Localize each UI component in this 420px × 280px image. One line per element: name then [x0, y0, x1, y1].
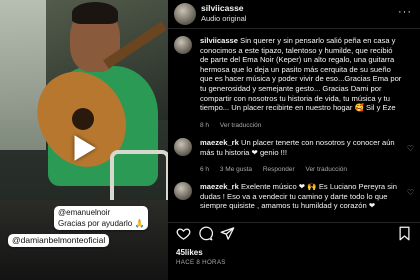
avatar[interactable]: [174, 3, 196, 25]
caption: silviicasse Sin querer y sin pensarlo sa…: [168, 36, 420, 136]
avatar[interactable]: [174, 36, 192, 54]
caption-body: silviicasse Sin querer y sin pensarlo sa…: [200, 36, 402, 113]
see-translation-link[interactable]: Ver traducción: [305, 166, 347, 173]
share-send-icon[interactable]: [220, 226, 235, 241]
avatar[interactable]: [174, 182, 192, 200]
comment: maezek_rk Un placer tenerte con nosotros…: [168, 138, 420, 180]
more-options-icon[interactable]: ···: [398, 6, 412, 18]
person-hair: [72, 2, 118, 24]
comment-likes[interactable]: 3 Me gusta: [220, 166, 252, 173]
comment-time[interactable]: 6 h: [200, 166, 209, 173]
guitar-soundhole: [72, 108, 94, 130]
play-button[interactable]: [63, 128, 103, 168]
comment-text: Sin querer y sin pensarlo salió peña en …: [200, 36, 402, 113]
comment-time[interactable]: 8 h: [200, 122, 209, 129]
play-icon: [74, 135, 96, 161]
audio-link[interactable]: Audio original: [201, 14, 246, 23]
sticker-caption: Gracias por ayudarlo 🙏: [58, 219, 145, 228]
like-heart-icon[interactable]: [176, 226, 191, 241]
reply-link[interactable]: Responder: [263, 166, 295, 173]
likes-count[interactable]: 45likes: [176, 248, 203, 257]
like-comment-heart-icon[interactable]: ♡: [407, 144, 414, 153]
comment-username[interactable]: silviicasse: [200, 36, 238, 45]
mention-sticker-emanuelnoir[interactable]: @emanuelnoir Gracias por ayudarlo 🙏: [54, 206, 149, 230]
comment-username[interactable]: maezek_rk: [200, 138, 239, 147]
comment-username[interactable]: maezek_rk: [200, 182, 239, 191]
comment-body: maezek_rk Exelente músico ❤ 🙌 Es Luciano…: [200, 182, 402, 211]
save-bookmark-icon[interactable]: [397, 226, 412, 241]
sticker-mention: @emanuelnoir: [58, 208, 111, 217]
sticker-mention: @damianbelmonteoficial: [12, 235, 106, 245]
post-media[interactable]: @emanuelnoir Gracias por ayudarlo 🙏 @dam…: [0, 0, 168, 280]
post-timestamp: HACE 8 HORAS: [176, 259, 226, 266]
comment-meta: 8 h Ver traducción: [200, 122, 270, 129]
comment-meta: 6 h 3 Me gusta Responder Ver traducción: [200, 166, 356, 173]
avatar[interactable]: [174, 138, 192, 156]
post-header: silviicasse Audio original ···: [168, 0, 420, 28]
mention-sticker-damianbelmonteoficial[interactable]: @damianbelmonteoficial: [8, 234, 110, 247]
see-translation-link[interactable]: Ver traducción: [220, 122, 262, 129]
comment-body: maezek_rk Un placer tenerte con nosotros…: [200, 138, 402, 157]
post-details-panel: silviicasse Audio original ··· silviicas…: [168, 0, 420, 280]
header-divider: [168, 28, 420, 29]
header-username[interactable]: silviicasse: [201, 3, 244, 13]
comment-bubble-icon[interactable]: [198, 226, 214, 241]
action-bar: [168, 222, 420, 244]
like-comment-heart-icon[interactable]: ♡: [407, 188, 414, 197]
